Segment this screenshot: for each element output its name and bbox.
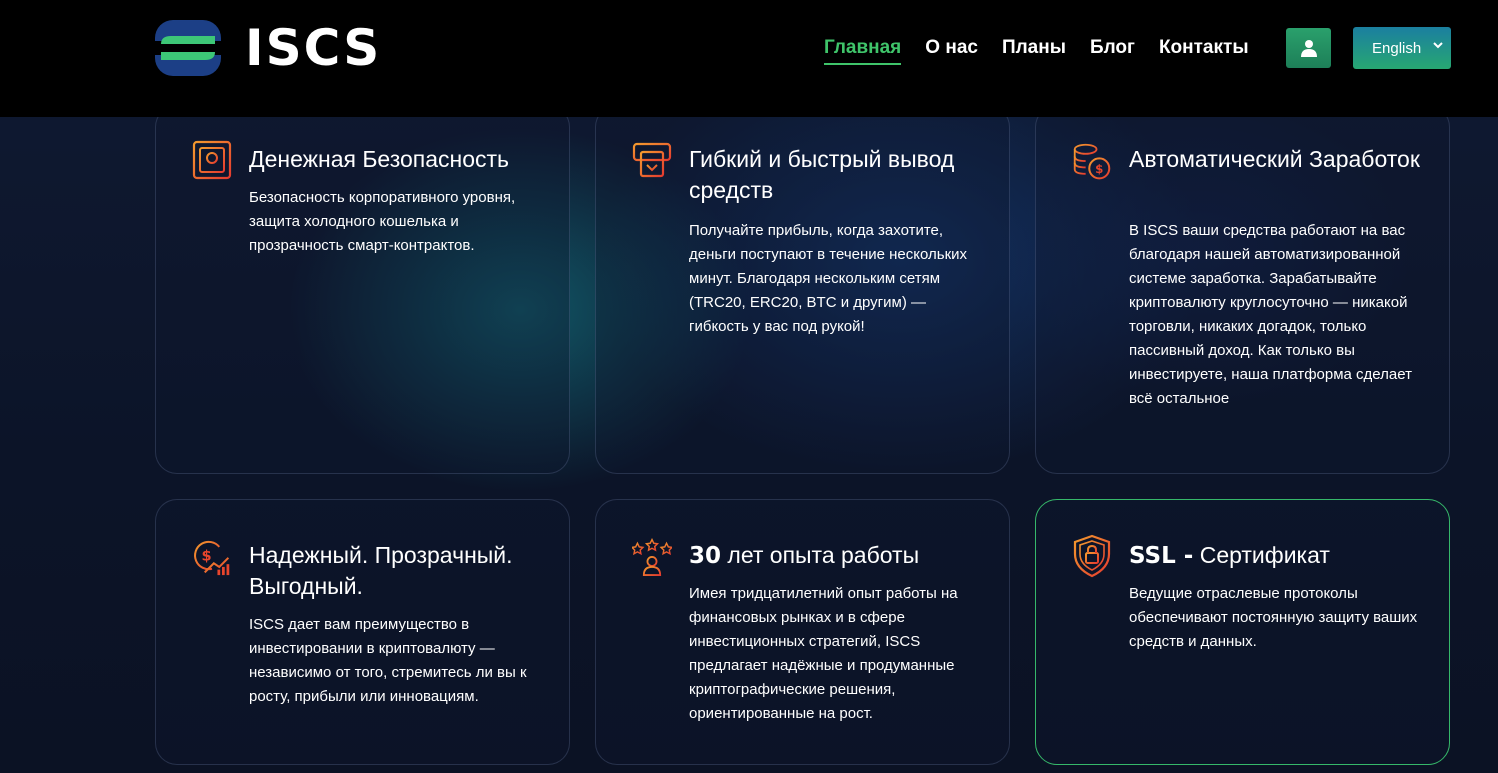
- card-title-bold: 30: [689, 543, 722, 569]
- experience-stars-icon: [632, 538, 672, 576]
- chevron-down-icon: [1433, 42, 1443, 49]
- nav-about[interactable]: О нас: [925, 36, 978, 65]
- dollar-growth-icon: $: [194, 540, 230, 576]
- feature-card-experience: 30 лет опыта работы Имея тридцатилетний …: [595, 499, 1010, 765]
- feature-card-ssl: SSL - Сертификат Ведущие отраслевые прот…: [1035, 499, 1450, 765]
- svg-text:$: $: [201, 549, 211, 565]
- site-header: ISCS Главная О нас Планы Блог Контакты E…: [0, 0, 1498, 117]
- nav-blog[interactable]: Блог: [1090, 36, 1135, 65]
- card-text: ISCS дает вам преимущество в инвестирова…: [249, 616, 527, 705]
- card-title: SSL - Сертификат: [1129, 540, 1429, 572]
- card-title: Гибкий и быстрый вывод средств: [689, 146, 955, 203]
- nav-home[interactable]: Главная: [824, 36, 902, 65]
- shield-lock-icon: [1073, 534, 1111, 578]
- feature-card-auto-earnings: $ Автоматический Заработок В ISCS ваши с…: [1035, 105, 1450, 474]
- logo[interactable]: ISCS: [155, 20, 381, 76]
- language-select-value: English: [1372, 39, 1422, 57]
- safe-icon: [192, 140, 232, 182]
- card-text: Получайте прибыль, когда захотите, деньг…: [689, 222, 968, 335]
- feature-card-security: Денежная Безопасность Безопасность корпо…: [155, 105, 570, 474]
- main-nav: Главная О нас Планы Блог Контакты: [824, 36, 1273, 65]
- svg-text:$: $: [1095, 162, 1103, 176]
- nav-contacts[interactable]: Контакты: [1159, 36, 1249, 65]
- user-icon: [1300, 40, 1317, 57]
- logo-text: ISCS: [245, 19, 382, 77]
- card-title-rest: Сертификат: [1193, 542, 1330, 568]
- feature-card-reliable: $ Надежный. Прозрачный. Выгодный. ISCS д…: [155, 499, 570, 765]
- coins-icon: $: [1073, 143, 1111, 180]
- card-title-rest: лет опыта работы: [721, 542, 920, 568]
- logo-mark-icon: [155, 20, 221, 76]
- language-select[interactable]: English: [1353, 27, 1451, 69]
- card-title-bold: SSL -: [1129, 543, 1194, 569]
- card-text: В ISCS ваши средства работают на вас бла…: [1129, 222, 1412, 407]
- feature-card-withdrawal: Гибкий и быстрый вывод средств Получайте…: [595, 105, 1010, 474]
- card-title: Надежный. Прозрачный. Выгодный.: [249, 542, 513, 599]
- withdraw-icon: [632, 142, 672, 178]
- card-title: 30 лет опыта работы: [689, 540, 989, 572]
- card-title: Автоматический Заработок: [1129, 146, 1420, 172]
- user-account-button[interactable]: [1286, 28, 1331, 68]
- card-text: Безопасность корпоративного уровня, защи…: [249, 189, 516, 254]
- nav-plans[interactable]: Планы: [1002, 36, 1066, 65]
- card-text: Ведущие отраслевые протоколы обеспечиваю…: [1129, 585, 1418, 650]
- card-title: Денежная Безопасность: [249, 146, 510, 172]
- card-text: Имея тридцатилетний опыт работы на финан…: [689, 585, 958, 722]
